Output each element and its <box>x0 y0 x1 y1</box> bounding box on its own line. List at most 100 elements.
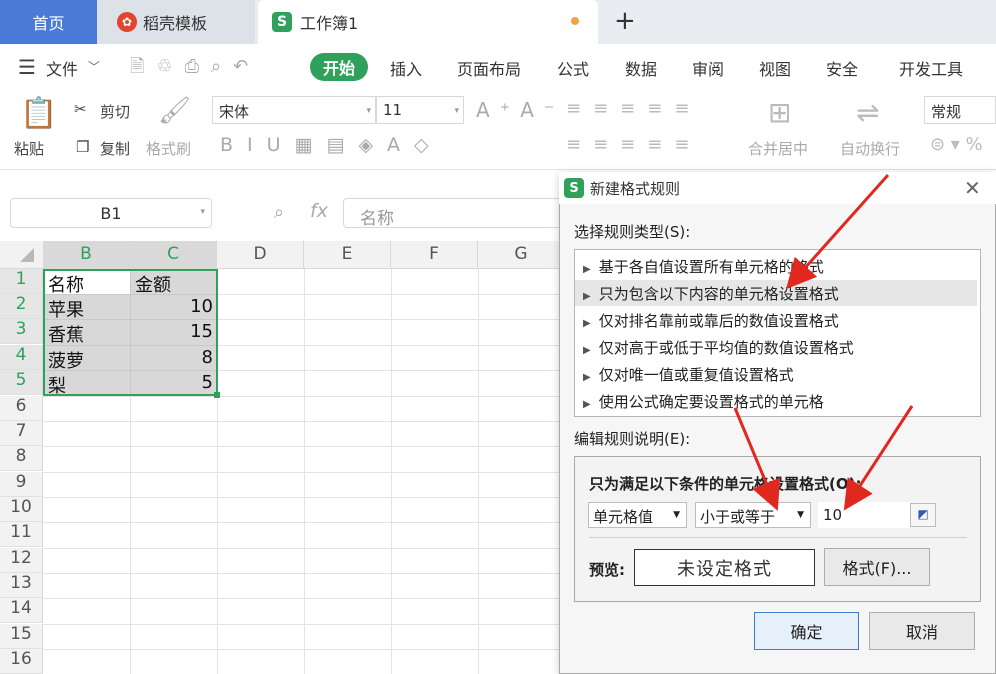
condition-field-select[interactable]: 单元格值 ▼ <box>588 502 687 528</box>
menu-security[interactable]: 安全 <box>826 56 858 80</box>
row-header-8[interactable]: 8 <box>0 446 43 471</box>
row-header-5[interactable]: 5 <box>0 370 43 395</box>
rule-item-label: 仅对排名靠前或靠后的数值设置格式 <box>598 312 839 330</box>
daoke-logo-icon: ✿ <box>117 12 137 32</box>
cancel-button[interactable]: 取消 <box>869 612 975 650</box>
caret-icon: ▾ <box>200 207 205 217</box>
menu-file[interactable]: 文件 <box>46 56 78 80</box>
menu-review[interactable]: 审阅 <box>692 56 724 80</box>
menu-start[interactable]: 开始 <box>310 53 368 81</box>
wrap-text-button[interactable]: 自动换行 <box>840 138 900 159</box>
rule-item[interactable]: ▶ 使用公式确定要设置格式的单元格 <box>575 388 977 414</box>
row-header-1[interactable]: 1 <box>0 269 43 294</box>
condition-operator-value: 小于或等于 <box>700 508 776 526</box>
select-all-corner[interactable] <box>20 248 34 262</box>
name-box[interactable]: B1 ▾ <box>10 198 212 228</box>
rule-item[interactable]: ▶ 仅对排名靠前或靠后的数值设置格式 <box>575 307 977 333</box>
clipboard-icon[interactable]: 📋 <box>20 96 57 131</box>
caret-icon: ▾ <box>454 106 459 116</box>
edit-rule-label: 编辑规则说明(E): <box>574 430 691 448</box>
format-painter-button[interactable]: 格式刷 <box>146 138 191 159</box>
new-tab-button[interactable]: + <box>614 6 636 36</box>
fx-icon[interactable]: fx <box>310 200 328 222</box>
ok-button[interactable]: 确定 <box>754 612 859 650</box>
rule-item-label: 只为包含以下内容的单元格设置格式 <box>598 285 839 303</box>
tab-daoke[interactable]: ✿ 稻壳模板 <box>97 0 255 44</box>
divider <box>589 537 967 538</box>
column-header-g[interactable]: G <box>478 241 565 269</box>
close-icon[interactable]: ✕ <box>964 176 981 200</box>
merge-icon[interactable]: ⊞ <box>768 96 791 129</box>
selection-border <box>43 269 218 396</box>
column-header-c[interactable]: C <box>130 241 217 269</box>
wrap-text-icon[interactable]: ⇌ <box>856 96 879 129</box>
rule-item-selected[interactable]: ▶ 只为包含以下内容的单元格设置格式 <box>575 280 977 306</box>
preview-label: 预览: <box>589 561 625 579</box>
zoom-formula-icon[interactable]: ⌕ <box>274 202 284 223</box>
rule-item[interactable]: ▶ 基于各自值设置所有单元格的格式 <box>575 253 977 279</box>
font-family-select[interactable]: 宋体 ▾ <box>212 96 376 124</box>
paste-button[interactable]: 粘贴 <box>14 138 44 159</box>
menu-formula[interactable]: 公式 <box>557 56 589 80</box>
tab-home[interactable]: 首页 <box>0 0 97 44</box>
spreadsheet-logo-icon: S <box>564 178 584 198</box>
menu-data[interactable]: 数据 <box>625 56 657 80</box>
cut-button[interactable]: 剪切 <box>100 101 130 122</box>
grid-line <box>43 522 560 523</box>
row-header-9[interactable]: 9 <box>0 472 43 497</box>
row-header-6[interactable]: 6 <box>0 396 43 421</box>
number-format-value: 常规 <box>931 103 962 121</box>
quick-access-icons[interactable]: 🗎♲⎙⌕↶ <box>130 54 260 84</box>
number-format-select[interactable]: 常规 <box>924 96 996 124</box>
menu-developer[interactable]: 开发工具 <box>899 56 963 80</box>
column-header-b[interactable]: B <box>43 241 130 269</box>
row-header-10[interactable]: 10 <box>0 497 43 522</box>
row-header-2[interactable]: 2 <box>0 294 43 319</box>
column-header-e[interactable]: E <box>304 241 391 269</box>
row-header-16[interactable]: 16 <box>0 649 43 674</box>
row-header-11[interactable]: 11 <box>0 522 43 547</box>
menu-page-layout[interactable]: 页面布局 <box>457 56 521 80</box>
align-icons-row2[interactable]: ≡≡≡≡≡ <box>566 134 701 155</box>
text-style-icons[interactable]: BIU▦▤◈A◇ <box>220 134 443 156</box>
grid-line <box>43 573 560 574</box>
row-header-4[interactable]: 4 <box>0 345 43 370</box>
merge-center-button[interactable]: 合并居中 <box>748 138 808 159</box>
grid-line <box>43 472 560 473</box>
rule-item-label: 使用公式确定要设置格式的单元格 <box>598 393 824 411</box>
row-header-15[interactable]: 15 <box>0 624 43 649</box>
triangle-right-icon: ▶ <box>583 318 591 329</box>
formula-input[interactable]: 名称 <box>343 198 573 229</box>
triangle-right-icon: ▶ <box>583 264 591 275</box>
row-header-3[interactable]: 3 <box>0 319 43 344</box>
format-painter-icon[interactable]: 🖌 <box>158 96 191 126</box>
rule-item[interactable]: ▶ 仅对唯一值或重复值设置格式 <box>575 361 977 387</box>
row-header-13[interactable]: 13 <box>0 573 43 598</box>
fill-handle[interactable] <box>214 392 220 398</box>
hamburger-icon[interactable]: ☰ <box>18 55 36 79</box>
copy-icon[interactable]: ❐ <box>76 138 89 156</box>
row-header-14[interactable]: 14 <box>0 598 43 623</box>
triangle-right-icon: ▶ <box>583 372 591 383</box>
condition-value-input[interactable]: 10 <box>818 502 910 528</box>
align-icons[interactable]: ≡≡≡≡≡ <box>566 98 701 119</box>
tab-daoke-label: 稻壳模板 <box>143 14 208 33</box>
scissors-icon[interactable]: ✂ <box>74 100 87 118</box>
row-header-7[interactable]: 7 <box>0 421 43 446</box>
tab-workbook[interactable]: S 工作簿1 <box>258 0 598 44</box>
font-size-select[interactable]: 11 ▾ <box>376 96 464 124</box>
font-size-grow-shrink-icons[interactable]: A⁺A⁻ <box>476 98 564 122</box>
rule-item[interactable]: ▶ 仅对高于或低于平均值的数值设置格式 <box>575 334 977 360</box>
column-header-d[interactable]: D <box>217 241 304 269</box>
column-header-f[interactable]: F <box>391 241 478 269</box>
currency-percent-icons[interactable]: ⊜ ▾ % <box>930 134 983 155</box>
condition-operator-select[interactable]: 小于或等于 ▼ <box>695 502 811 528</box>
range-picker-icon[interactable]: ◩ <box>910 503 936 527</box>
grid-line <box>43 649 560 650</box>
caret-icon: ▼ <box>797 510 804 520</box>
format-button[interactable]: 格式(F)... <box>824 548 930 586</box>
row-header-12[interactable]: 12 <box>0 548 43 573</box>
copy-button[interactable]: 复制 <box>100 138 130 159</box>
menu-insert[interactable]: 插入 <box>390 56 422 80</box>
menu-view[interactable]: 视图 <box>759 56 791 80</box>
